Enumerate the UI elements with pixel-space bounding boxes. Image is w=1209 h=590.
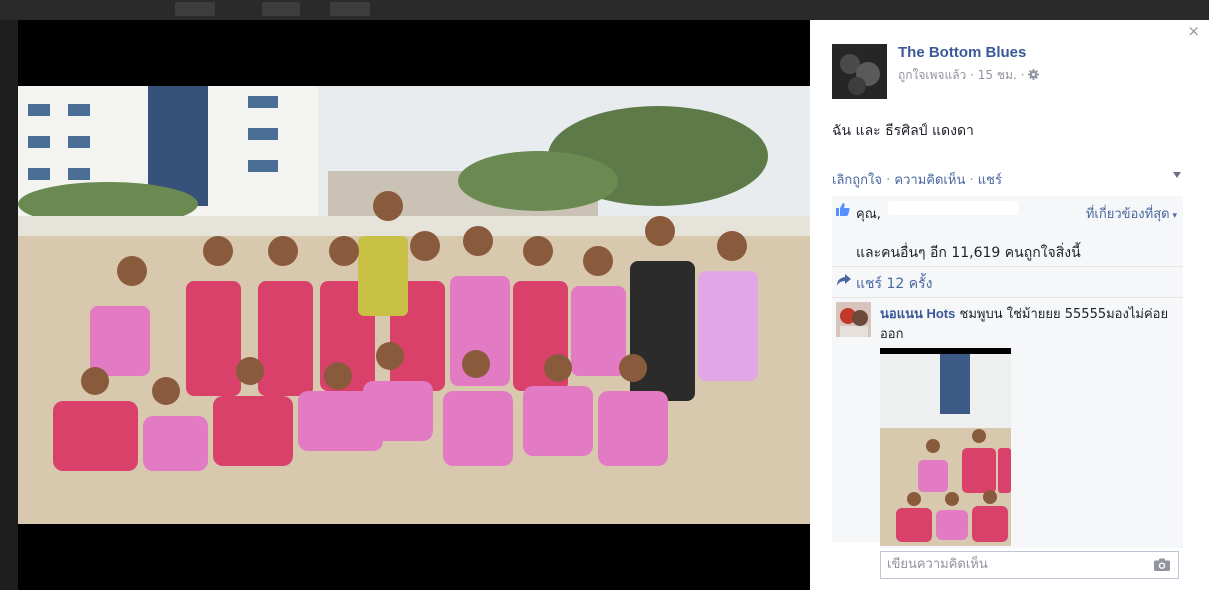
separator: ·	[1020, 68, 1025, 82]
close-icon[interactable]: ×	[1187, 22, 1200, 40]
likes-others-link[interactable]: คนอื่นๆ อีก 11,619 คน	[881, 245, 1024, 261]
separator: ·	[970, 68, 974, 82]
team-photo-illustration	[18, 86, 810, 524]
dimmed-page-header	[0, 0, 1209, 20]
likes-summary: คุณ, ที่เกี่ยวข้องที่สุด ▾ และคนอื่นๆ อี…	[832, 196, 1183, 267]
sort-most-relevant[interactable]: ที่เกี่ยวข้องที่สุด ▾	[1086, 203, 1177, 224]
unlike-link[interactable]: เลิกถูกใจ	[832, 173, 882, 188]
post-actions: เลิกถูกใจ · ความคิดเห็น · แชร์	[832, 169, 1002, 190]
chevron-down-icon[interactable]	[1173, 172, 1181, 178]
sort-caret-icon: ▾	[1169, 211, 1177, 221]
comment-link[interactable]: ความคิดเห็น	[894, 173, 965, 188]
like-icon	[836, 203, 850, 216]
shares-summary: แชร์ 12 ครั้ง	[832, 267, 1183, 298]
backdrop-shape	[262, 2, 300, 16]
post-photo[interactable]	[18, 86, 810, 524]
backdrop-shape	[330, 2, 370, 16]
comment-photo-image	[880, 348, 1011, 546]
post-meta: ถูกใจเพจแล้ว · 15 ชม. ·	[898, 66, 1040, 85]
comment-input[interactable]	[881, 552, 1147, 576]
composer-avatar	[832, 542, 880, 590]
separator: ·	[969, 173, 974, 188]
commenter-name-link[interactable]: นอแนน Hots	[880, 306, 955, 321]
likes-others-text: และคนอื่นๆ อีก 11,619 คนถูกใจสิ่งนี้	[856, 242, 1081, 264]
page-avatar-image	[832, 44, 887, 99]
likes-prefix: และ	[856, 245, 882, 261]
commenter-avatar-image	[836, 302, 871, 337]
likes-suffix: ถูกใจสิ่งนี้	[1023, 245, 1081, 261]
feedback-section: คุณ, ที่เกี่ยวข้องที่สุด ▾ และคนอื่นๆ อี…	[832, 196, 1183, 548]
post-timestamp[interactable]: 15 ชม.	[978, 68, 1017, 82]
comment-body: นอแนน Hots ชมพูบน ใช่ม้ายยย 55555มองไม่ค…	[880, 304, 1170, 345]
page-avatar[interactable]	[832, 44, 887, 99]
gear-icon[interactable]	[1028, 69, 1040, 80]
backdrop-shape	[175, 2, 215, 16]
shares-count-link[interactable]: แชร์ 12 ครั้ง	[856, 273, 932, 295]
comment-composer	[880, 551, 1179, 579]
separator: ·	[886, 173, 891, 188]
liked-page-status[interactable]: ถูกใจเพจแล้ว	[898, 68, 966, 82]
camera-icon[interactable]	[1154, 558, 1170, 571]
sort-label: ที่เกี่ยวข้องที่สุด	[1085, 207, 1170, 222]
share-link[interactable]: แชร์	[978, 173, 1002, 188]
commenter-avatar[interactable]	[836, 302, 871, 337]
comment-attached-photo[interactable]	[880, 348, 1011, 546]
likes-you-text: คุณ,	[856, 207, 881, 222]
post-caption: ฉัน และ ธีรศิลป์ แดงดา	[832, 123, 974, 139]
redacted-name	[888, 201, 1018, 215]
comment-item: นอแนน Hots ชมพูบน ใช่ม้ายยย 55555มองไม่ค…	[832, 298, 1183, 548]
share-icon	[837, 274, 851, 286]
post-side-panel: × The Bottom Blues ถูกใจเพจแล้ว · 15 ชม.…	[810, 20, 1209, 590]
page-name-link[interactable]: The Bottom Blues	[898, 44, 1026, 61]
photo-viewer	[18, 20, 810, 590]
